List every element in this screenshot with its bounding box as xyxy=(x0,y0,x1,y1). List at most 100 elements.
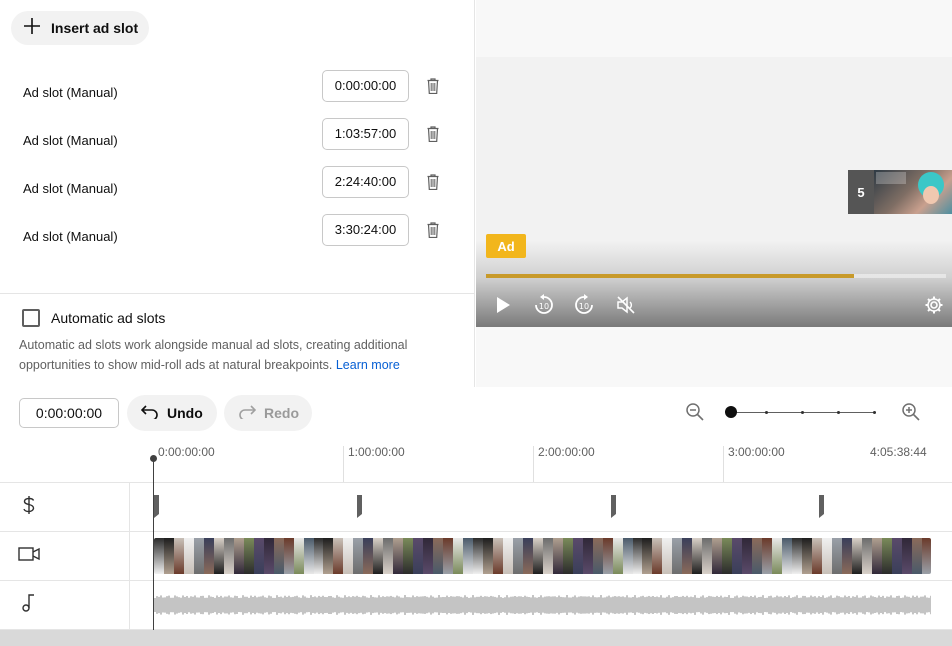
video-frame-thumb xyxy=(782,538,792,574)
video-frame-thumb xyxy=(861,538,872,574)
video-frame-thumb xyxy=(433,538,444,574)
video-frame-thumb xyxy=(542,538,553,574)
insert-ad-slot-label: Insert ad slot xyxy=(51,20,139,36)
undo-icon xyxy=(140,403,159,424)
video-frame-thumb xyxy=(672,538,683,574)
video-frame-thumb xyxy=(323,538,334,574)
video-frame-thumb xyxy=(423,538,434,574)
zoom-out-icon[interactable] xyxy=(685,402,705,422)
ad-marker[interactable] xyxy=(357,495,362,518)
ruler-label: 0:00:00:00 xyxy=(158,445,215,459)
video-frame-thumb xyxy=(582,538,593,574)
ad-slot-time-input[interactable]: 1:03:57:00 xyxy=(322,118,409,150)
undo-label: Undo xyxy=(167,405,203,421)
play-icon[interactable] xyxy=(491,293,515,317)
video-frame-thumb xyxy=(223,538,234,574)
video-frame-thumb xyxy=(592,538,603,574)
ad-badge: Ad xyxy=(486,234,526,258)
video-frame-thumb xyxy=(911,538,922,574)
video-frame-thumb xyxy=(712,538,723,574)
ad-slot-time-input[interactable]: 2:24:40:00 xyxy=(322,166,409,198)
undo-button[interactable]: Undo xyxy=(127,395,217,431)
up-next-card[interactable]: 5 xyxy=(848,170,952,214)
settings-icon[interactable] xyxy=(922,293,946,317)
delete-icon[interactable] xyxy=(424,172,442,192)
video-filmstrip[interactable] xyxy=(154,538,931,574)
video-frame-thumb xyxy=(901,538,912,574)
video-frame-thumb xyxy=(293,538,304,574)
ad-marker[interactable] xyxy=(819,495,824,518)
ruler-tick xyxy=(533,446,534,482)
video-frame-thumb xyxy=(393,538,404,574)
video-frame-thumb xyxy=(463,538,473,574)
progress-fill xyxy=(486,274,854,278)
zoom-in-icon[interactable] xyxy=(901,402,921,422)
up-next-thumbnail xyxy=(874,170,952,214)
video-frame-thumb xyxy=(492,538,503,574)
ad-slot-label: Ad slot (Manual) xyxy=(23,181,118,196)
video-frame-thumb xyxy=(273,538,284,574)
insert-ad-slot-button[interactable]: Insert ad slot xyxy=(11,11,149,45)
video-frame-thumb xyxy=(253,538,264,574)
delete-icon[interactable] xyxy=(424,124,442,144)
zoom-step-dot xyxy=(873,411,876,414)
video-frame-thumb xyxy=(762,538,773,574)
video-frame-thumb xyxy=(502,538,513,574)
video-frame-thumb xyxy=(313,538,324,574)
zoom-step-dot xyxy=(837,411,840,414)
video-frame-thumb xyxy=(403,538,414,574)
track-divider xyxy=(0,580,952,581)
video-frame-thumb xyxy=(642,538,653,574)
video-frame-thumb xyxy=(722,538,733,574)
video-frame-thumb xyxy=(881,538,892,574)
video-frame-thumb xyxy=(213,538,224,574)
ad-marker[interactable] xyxy=(611,495,616,518)
ruler-label: 2:00:00:00 xyxy=(538,445,595,459)
dollar-icon xyxy=(18,494,40,516)
video-frame-thumb xyxy=(632,538,643,574)
video-frame-thumb xyxy=(233,538,244,574)
track-divider xyxy=(0,482,952,483)
ad-slot-time-input[interactable]: 3:30:24:00 xyxy=(322,214,409,246)
video-frame-thumb xyxy=(482,538,493,574)
video-frame-thumb xyxy=(154,538,164,574)
rewind-10-icon[interactable]: 10 xyxy=(532,293,556,317)
delete-icon[interactable] xyxy=(424,76,442,96)
audio-waveform[interactable] xyxy=(154,592,931,618)
video-frame-thumb xyxy=(682,538,693,574)
learn-more-link[interactable]: Learn more xyxy=(336,358,400,372)
automatic-ad-slots-checkbox[interactable] xyxy=(22,309,40,327)
video-frame-thumb xyxy=(522,538,533,574)
video-frame-thumb xyxy=(612,538,623,574)
video-frame-thumb xyxy=(363,538,374,574)
playhead[interactable] xyxy=(153,458,154,630)
mute-icon[interactable] xyxy=(614,293,638,317)
video-frame-thumb xyxy=(552,538,563,574)
delete-icon[interactable] xyxy=(424,220,442,240)
progress-bar[interactable] xyxy=(486,274,946,278)
video-frame-thumb xyxy=(343,538,354,574)
ad-slot-time-input[interactable]: 0:00:00:00 xyxy=(322,70,409,102)
video-frame-thumb xyxy=(831,538,842,574)
redo-button[interactable]: Redo xyxy=(224,395,312,431)
ruler-tick xyxy=(343,446,344,482)
redo-label: Redo xyxy=(264,405,299,421)
video-frame-thumb xyxy=(163,538,174,574)
divider xyxy=(0,293,475,294)
video-frame[interactable]: 5 Ad 10 10 xyxy=(476,57,952,327)
video-frame-thumb xyxy=(841,538,852,574)
video-frame-thumb xyxy=(373,538,384,574)
video-frame-thumb xyxy=(383,538,394,574)
video-frame-thumb xyxy=(742,538,753,574)
current-time-input[interactable]: 0:00:00:00 xyxy=(19,398,119,428)
forward-10-icon[interactable]: 10 xyxy=(572,293,596,317)
video-frame-thumb xyxy=(732,538,743,574)
up-next-count: 5 xyxy=(848,170,874,214)
video-frame-thumb xyxy=(801,538,812,574)
video-frame-thumb xyxy=(173,538,184,574)
ad-marker[interactable] xyxy=(154,495,159,518)
zoom-slider-handle[interactable] xyxy=(725,406,737,418)
video-frame-thumb xyxy=(562,538,573,574)
video-frame-thumb xyxy=(662,538,673,574)
video-frame-thumb xyxy=(532,538,543,574)
